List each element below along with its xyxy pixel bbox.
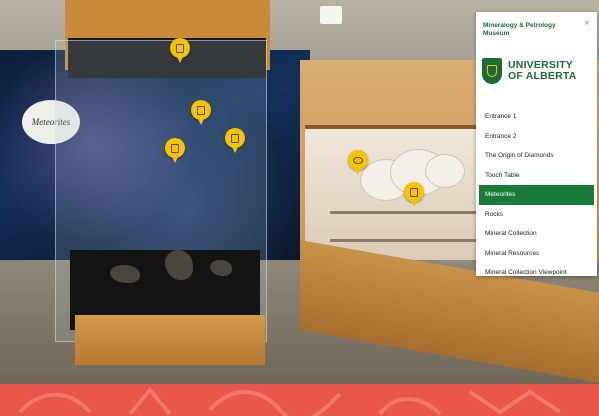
meteorite-specimen [110,265,140,283]
chat-bubble-icon [353,156,363,164]
scene-item-mineral-collection[interactable]: Mineral Collection [479,224,594,244]
scene-list: Entrance 1 Entrance 2 The Origin of Diam… [479,107,594,283]
display-label-disc [425,154,465,188]
close-icon[interactable]: × [584,18,590,29]
info-hotspot[interactable] [191,100,211,125]
info-panel-icon [410,187,418,197]
info-panel-icon [171,143,179,153]
panel-title: Mineralogy & Petrology Museum [483,22,556,37]
info-panel-icon [176,43,184,53]
info-hotspot[interactable] [165,138,185,163]
scene-item-entrance-2[interactable]: Entrance 2 [479,127,594,147]
scene-item-meteorites[interactable]: Meteorites [479,185,594,205]
info-panel-icon [231,133,239,143]
plinth-base [75,315,265,365]
info-hotspot[interactable] [225,128,245,153]
university-logo: UNIVERSITY OF ALBERTA [482,54,594,88]
info-hotspot[interactable] [170,38,190,63]
scene-item-entrance-1[interactable]: Entrance 1 [479,107,594,127]
shield-icon [482,58,502,84]
scene-item-mineral-resources[interactable]: Mineral Resources [479,244,594,264]
logo-line-2: OF ALBERTA [508,70,577,82]
scene-item-mineral-collection-viewpoint[interactable]: Mineral Collection Viewpoint [479,263,594,283]
ceiling-light [320,6,342,24]
tour-navigation-panel: Mineralogy & Petrology Museum × UNIVERSI… [476,12,597,276]
comment-hotspot[interactable] [348,150,368,175]
info-hotspot[interactable] [404,182,424,207]
logo-wordmark: UNIVERSITY OF ALBERTA [508,60,577,82]
info-panel-icon [197,105,205,115]
display-shelf [330,239,480,242]
decorative-banner [0,384,599,416]
scene-item-rocks[interactable]: Rocks [479,205,594,225]
pattern-graphic [18,386,562,416]
meteorite-specimen [210,260,232,276]
meteorite-specimen [165,250,193,280]
display-shelf [330,211,480,214]
scene-item-origin-of-diamonds[interactable]: The Origin of Diamonds [479,146,594,166]
scene-item-touch-table[interactable]: Touch Table [479,166,594,186]
